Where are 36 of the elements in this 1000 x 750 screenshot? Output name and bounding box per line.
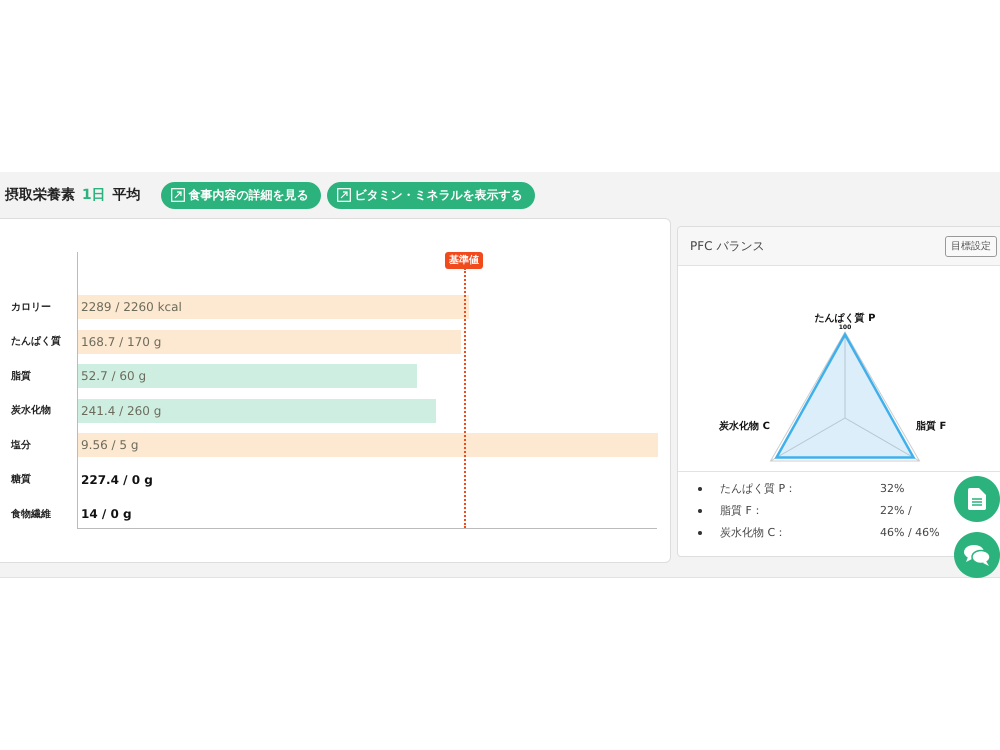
row-label: カロリー	[10, 300, 52, 315]
goal-settings-button[interactable]: 目標設定	[945, 236, 997, 256]
external-link-icon	[170, 188, 184, 202]
bullet-icon	[698, 487, 702, 491]
document-icon	[968, 488, 986, 510]
row-label: たんぱく質	[10, 334, 62, 350]
item-label: 脂質 F：	[720, 502, 764, 519]
row-label: 糖質	[10, 472, 32, 488]
axis-label: 炭水化物 C	[719, 421, 770, 432]
axis-label: 脂質 F	[916, 421, 946, 432]
link-button[interactable]: ビタミン・ミネラルを表示する	[326, 182, 534, 208]
link-button[interactable]: 食事内容の詳細を見る	[160, 182, 320, 208]
row-label: 炭水化物	[10, 404, 52, 418]
item-label: たんぱく質 P：	[720, 480, 798, 497]
item-label: 炭水化物 C：	[720, 524, 788, 541]
section-title: 摂取栄養素 1日 平均	[5, 186, 140, 204]
value-label: 168.7 / 170 g	[80, 334, 162, 351]
reference-badge: 基準値	[445, 252, 483, 269]
value-label: 9.56 / 5 g	[80, 437, 138, 454]
row-label: 塩分	[10, 438, 32, 453]
value-label: 227.4 / 0 g	[80, 472, 153, 489]
axis-label: たんぱく質 P	[814, 313, 876, 324]
item-value: 22% /	[880, 502, 912, 519]
bullet-icon	[698, 531, 702, 535]
chat-icon	[964, 544, 990, 566]
item-value: 32%	[880, 480, 904, 497]
row-label: 食物繊維	[10, 508, 52, 522]
bullet-icon	[698, 509, 702, 513]
value-label: 52.7 / 60 g	[80, 368, 146, 386]
value-label: 241.4 / 260 g	[80, 402, 162, 420]
value-label: 2289 / 2260 kcal	[80, 299, 182, 316]
row-label: 脂質	[10, 370, 32, 384]
item-value: 46% / 46%	[880, 524, 940, 541]
external-link-icon	[336, 188, 350, 202]
value-label: 14 / 0 g	[80, 506, 132, 524]
card-title: PFC バランス	[690, 238, 764, 255]
